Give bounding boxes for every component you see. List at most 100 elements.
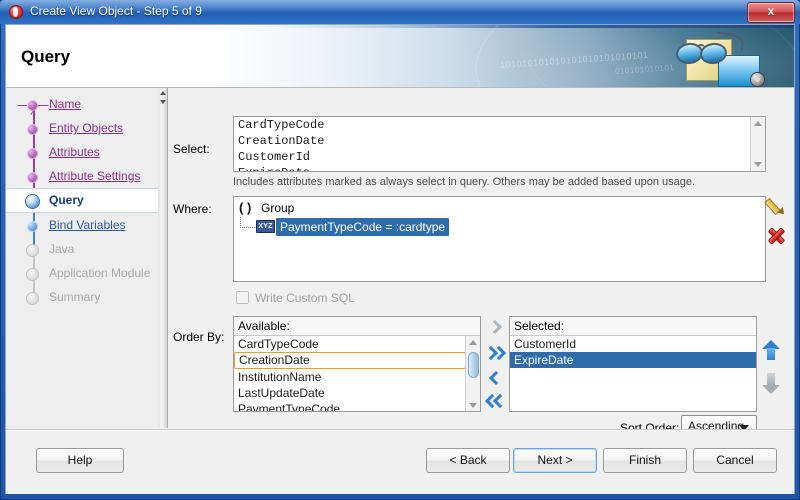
chevron-left-icon xyxy=(488,370,504,386)
close-button[interactable]: x xyxy=(747,2,795,23)
move-right-all-button[interactable] xyxy=(483,344,507,364)
sidebar-item-label: Query xyxy=(49,193,84,207)
arrow-down-icon xyxy=(762,385,780,394)
page-title: Query xyxy=(21,47,71,66)
list-item[interactable]: CustomerId xyxy=(234,149,752,165)
splitter-grip-down-icon[interactable] xyxy=(160,100,166,104)
header-banner: 101010101010101010101010101 010101010101… xyxy=(6,25,794,88)
sidebar-item-label: Summary xyxy=(49,290,101,304)
pencil-icon[interactable] xyxy=(764,196,787,217)
move-up-button[interactable] xyxy=(762,340,780,362)
app-circle-icon xyxy=(9,5,23,19)
select-label: Select: xyxy=(173,142,210,156)
next-button-label: Next > xyxy=(537,453,573,467)
where-condition-row[interactable]: XYZ PaymentTypeCode = :cardtype xyxy=(234,217,765,236)
group-paren-icon: ( ) xyxy=(239,200,252,215)
available-scrollbar[interactable] xyxy=(465,336,480,411)
sidebar-item-attributes[interactable]: Attributes xyxy=(6,140,158,164)
glasses-bridge-icon xyxy=(697,44,705,51)
sidebar-item-label[interactable]: Entity Objects xyxy=(49,121,123,135)
scroll-up-icon[interactable] xyxy=(754,121,762,126)
title-bar: Create View Object - Step 5 of 9 x xyxy=(0,0,800,24)
scrollbar-thumb[interactable] xyxy=(468,352,479,378)
step-bullet-icon xyxy=(27,124,38,135)
body-area: Name Entity Objects Attributes Attribute… xyxy=(6,88,794,437)
sidebar-item-application-module: Application Module xyxy=(6,261,158,285)
scroll-down-icon[interactable] xyxy=(469,403,477,408)
sidebar-item-summary: Summary xyxy=(6,285,158,309)
sidebar-item-label[interactable]: Bind Variables xyxy=(49,218,126,232)
dialog-window: Create View Object - Step 5 of 9 x 10101… xyxy=(0,0,800,500)
splitter-grip-up-icon[interactable] xyxy=(160,91,166,95)
step-bullet-icon xyxy=(27,172,38,183)
sidebar-item-attribute-settings[interactable]: Attribute Settings xyxy=(6,164,158,188)
cancel-button-label: Cancel xyxy=(716,453,754,467)
selected-listbox[interactable]: Selected: CustomerId ExpireDate xyxy=(509,316,757,412)
finish-button-label: Finish xyxy=(628,453,661,467)
move-down-button xyxy=(762,372,780,394)
sidebar-item-query[interactable]: Query xyxy=(6,188,158,213)
list-item-focused[interactable]: CreationDate xyxy=(234,352,466,369)
client-area: 101010101010101010101010101 010101010101… xyxy=(5,24,795,494)
list-item[interactable]: PaymentTypeCode xyxy=(234,401,466,411)
arrow-down-shaft xyxy=(767,373,775,385)
where-tree[interactable]: ( ) Group XYZ PaymentTypeCode = :cardtyp… xyxy=(233,196,766,282)
scroll-down-icon[interactable] xyxy=(754,162,762,167)
where-label: Where: xyxy=(173,202,212,216)
tree-connector-icon xyxy=(240,217,255,228)
selected-header: Selected: xyxy=(510,317,756,336)
sidebar-item-label[interactable]: Name xyxy=(49,97,81,111)
wizard-sidebar: Name Entity Objects Attributes Attribute… xyxy=(6,88,159,428)
sidebar-item-entity-objects[interactable]: Entity Objects xyxy=(6,116,158,140)
back-button[interactable]: < Back xyxy=(426,448,510,473)
gear-icon xyxy=(751,73,764,86)
move-left-all-button[interactable] xyxy=(483,392,508,412)
where-condition-text[interactable]: PaymentTypeCode = :cardtype xyxy=(276,218,450,236)
sidebar-item-java: Java xyxy=(6,237,158,261)
list-item[interactable]: CardTypeCode xyxy=(234,336,466,352)
select-helper-text: Includes attributes marked as always sel… xyxy=(233,176,696,188)
xyz-expression-icon: XYZ xyxy=(256,220,275,233)
back-button-label: < Back xyxy=(449,453,487,467)
arrow-up-shaft xyxy=(767,348,775,360)
step-bullet-icon xyxy=(27,245,38,256)
list-item[interactable]: CustomerId xyxy=(510,336,756,352)
main-panel: Calulate Optimized Query at Runtime (rec… xyxy=(168,88,794,437)
banner-artwork xyxy=(666,31,776,87)
list-item[interactable]: CardTypeCode xyxy=(234,117,752,133)
chevron-right-icon xyxy=(487,319,503,335)
sidebar-item-label: Application Module xyxy=(49,266,151,280)
select-listbox[interactable]: CardTypeCode CreationDate CustomerId Exp… xyxy=(233,116,766,172)
step-bullet-icon xyxy=(27,100,38,111)
available-listbox[interactable]: Available: CardTypeCode CreationDate Ins… xyxy=(233,316,481,412)
move-right-single-button xyxy=(483,318,507,338)
sidebar-item-label[interactable]: Attribute Settings xyxy=(49,169,140,183)
next-button[interactable]: Next > xyxy=(513,448,597,473)
move-left-single-button[interactable] xyxy=(483,369,507,389)
red-x-icon[interactable] xyxy=(766,226,786,246)
available-header: Available: xyxy=(234,317,480,336)
step-bullet-current-icon xyxy=(26,195,39,208)
sidebar-item-name[interactable]: Name xyxy=(6,92,158,116)
close-icon: x xyxy=(767,4,775,18)
sidebar-item-bind-variables[interactable]: Bind Variables xyxy=(6,213,158,237)
step-bullet-icon xyxy=(27,221,38,232)
order-by-label: Order By: xyxy=(173,330,225,344)
help-button[interactable]: Help xyxy=(36,448,124,473)
where-group-row[interactable]: ( ) Group xyxy=(234,199,765,217)
wizard-steps: Name Entity Objects Attributes Attribute… xyxy=(6,92,158,309)
sidebar-item-label[interactable]: Attributes xyxy=(49,145,100,159)
list-item-selected[interactable]: ExpireDate xyxy=(510,352,756,368)
list-item[interactable]: LastUpdateDate xyxy=(234,385,466,401)
help-button-label: Help xyxy=(67,453,93,467)
select-scrollbar[interactable] xyxy=(750,117,765,171)
finish-button[interactable]: Finish xyxy=(603,448,687,473)
cancel-button[interactable]: Cancel xyxy=(693,448,777,473)
scroll-up-icon[interactable] xyxy=(469,340,477,345)
window-title: Create View Object - Step 5 of 9 xyxy=(30,4,202,18)
step-bullet-icon xyxy=(27,148,38,159)
panel-splitter[interactable] xyxy=(158,88,168,428)
list-item[interactable]: InstitutionName xyxy=(234,369,466,385)
list-item[interactable]: ExpireDate xyxy=(234,165,752,171)
list-item[interactable]: CreationDate xyxy=(234,133,752,149)
